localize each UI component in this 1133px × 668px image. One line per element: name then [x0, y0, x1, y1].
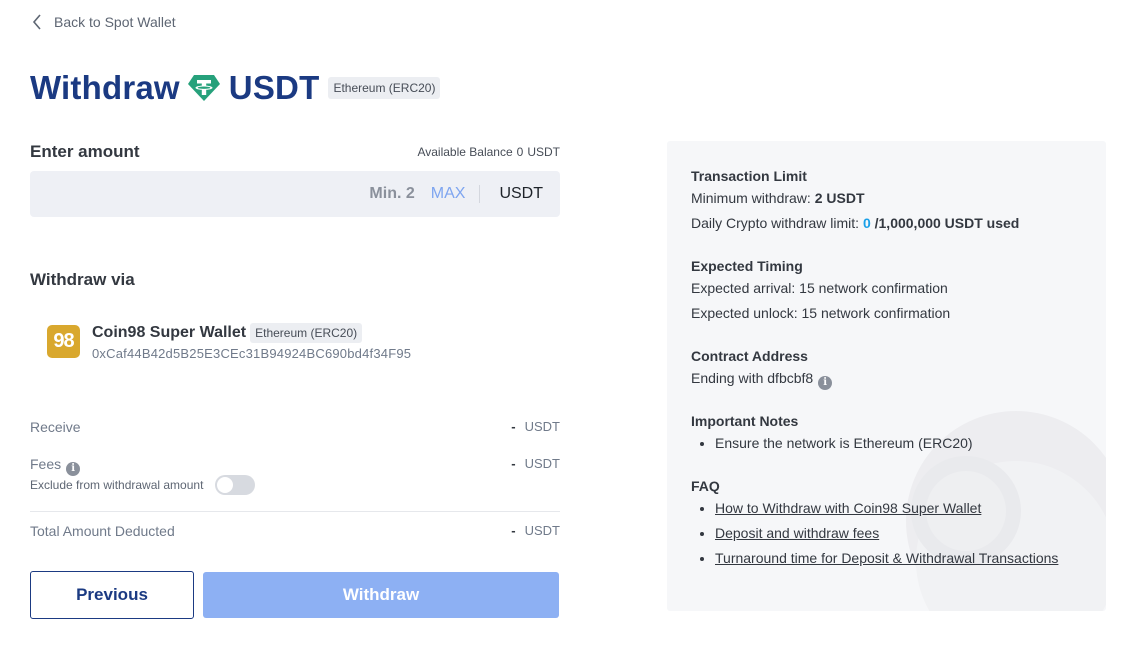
chevron-left-icon — [32, 14, 41, 30]
info-panel: Transaction Limit Minimum withdraw: 2 US… — [667, 141, 1106, 611]
exclude-fees-toggle[interactable] — [215, 475, 255, 495]
wallet-option[interactable]: 98 Coin98 Super Wallet Ethereum (ERC20) … — [47, 322, 411, 361]
previous-button[interactable]: Previous — [30, 571, 194, 619]
faq-link-how-to-withdraw[interactable]: How to Withdraw with Coin98 Super Wallet — [715, 500, 981, 516]
contract-ending: Ending with dfbcbf8 — [691, 370, 814, 386]
notes-list: Ensure the network is Ethereum (ERC20) — [691, 431, 1086, 456]
fees-label: Fees — [30, 456, 62, 472]
total-deducted-value: - USDT — [511, 523, 560, 538]
fees-label-row: Fees i — [30, 456, 81, 476]
total-deducted-label: Total Amount Deducted — [30, 523, 175, 539]
faq-item: Deposit and withdraw fees — [691, 521, 1086, 546]
receive-unit: USDT — [524, 419, 560, 434]
withdraw-via-label: Withdraw via — [30, 270, 135, 289]
faq-link-fees[interactable]: Deposit and withdraw fees — [715, 525, 879, 541]
fees-unit: USDT — [524, 456, 560, 471]
amount-unit: USDT — [499, 185, 543, 202]
available-balance: Available Balance 0 USDT — [417, 145, 560, 159]
amount-input[interactable] — [30, 171, 370, 217]
daily-limit-line: Daily Crypto withdraw limit: 0 /1,000,00… — [691, 211, 1086, 236]
exclude-fees-label: Exclude from withdrawal amount — [30, 478, 204, 492]
wallet-network-badge: Ethereum (ERC20) — [250, 323, 363, 343]
min-amount-hint: Min. 2 — [369, 185, 415, 202]
transaction-limit-title: Transaction Limit — [691, 168, 807, 184]
total-unit: USDT — [524, 523, 560, 538]
expected-unlock: Expected unlock: 15 network confirmation — [691, 305, 951, 321]
faq-item: How to Withdraw with Coin98 Super Wallet — [691, 496, 1086, 521]
expected-timing-title: Expected Timing — [691, 258, 803, 274]
title-withdraw: Withdraw — [30, 69, 180, 106]
receive-amount: - — [511, 419, 516, 434]
faq-link-turnaround[interactable]: Turnaround time for Deposit & Withdrawal… — [715, 550, 1058, 566]
coin98-logo-icon: 98 — [47, 325, 80, 358]
amount-divider — [479, 185, 481, 203]
summary-divider — [30, 511, 560, 512]
available-balance-label: Available Balance — [417, 145, 513, 159]
withdraw-button[interactable]: Withdraw — [203, 572, 559, 618]
contract-address-line: Ending with dfbcbf8 i — [691, 366, 1086, 391]
fees-amount: - — [511, 456, 516, 471]
min-withdraw-label: Minimum withdraw: — [691, 190, 811, 206]
fees-value: - USDT — [511, 456, 560, 471]
total-amount: - — [511, 523, 516, 538]
wallet-name: Coin98 Super Wallet — [92, 324, 247, 341]
enter-amount-label: Enter amount — [30, 142, 140, 161]
tether-icon — [187, 75, 220, 101]
info-icon[interactable]: i — [66, 462, 81, 476]
receive-value: - USDT — [511, 419, 560, 434]
important-notes-title: Important Notes — [691, 413, 799, 429]
available-balance-unit: USDT — [527, 145, 560, 159]
daily-limit-total: /1,000,000 USDT used — [874, 215, 1020, 231]
expected-arrival: Expected arrival: 15 network confirmatio… — [691, 280, 948, 296]
faq-list: How to Withdraw with Coin98 Super Wallet… — [691, 496, 1086, 571]
min-withdraw-line: Minimum withdraw: 2 USDT — [691, 186, 1086, 211]
back-label: Back to Spot Wallet — [54, 14, 176, 30]
back-to-spot-wallet-link[interactable]: Back to Spot Wallet — [32, 12, 176, 32]
min-withdraw-value: 2 USDT — [814, 190, 865, 206]
title-coin: USDT — [228, 69, 320, 106]
network-badge: Ethereum (ERC20) — [328, 77, 441, 99]
contract-address-title: Contract Address — [691, 348, 808, 364]
page-title: Withdraw USDT Ethereum (ERC20) — [30, 68, 441, 108]
available-balance-value: 0 — [516, 145, 524, 159]
info-icon[interactable]: i — [818, 376, 833, 390]
wallet-address: 0xCaf44B42d5B25E3CEc31B94924BC690bd4f34F… — [92, 346, 412, 361]
faq-item: Turnaround time for Deposit & Withdrawal… — [691, 546, 1086, 571]
daily-limit-label: Daily Crypto withdraw limit: — [691, 215, 860, 231]
daily-limit-used: 0 — [862, 215, 871, 231]
faq-title: FAQ — [691, 478, 720, 494]
amount-field: Min. 2 MAX USDT — [30, 171, 560, 217]
receive-label: Receive — [30, 419, 81, 435]
max-button[interactable]: MAX — [431, 185, 466, 203]
note-item: Ensure the network is Ethereum (ERC20) — [691, 431, 1086, 456]
